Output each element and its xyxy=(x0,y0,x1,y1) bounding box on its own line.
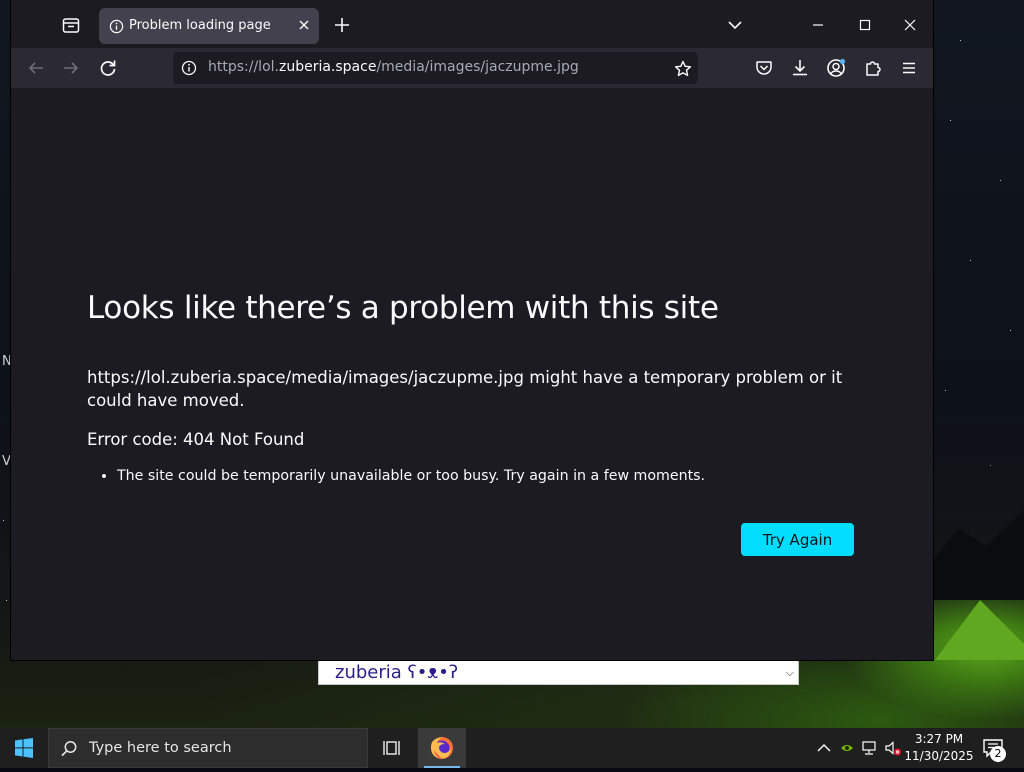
tab-title: Problem loading page xyxy=(129,18,271,33)
search-placeholder: Type here to search xyxy=(89,740,232,756)
url-bar[interactable]: https://lol.zuberia.space/media/images/j… xyxy=(173,52,698,84)
url-prefix: https://lol. xyxy=(208,59,279,75)
star-icon[interactable] xyxy=(673,59,693,79)
forward-arrow-icon[interactable] xyxy=(60,57,82,79)
notification-count-badge: 2 xyxy=(990,746,1006,762)
network-icon[interactable] xyxy=(861,739,879,757)
tab-active[interactable]: Problem loading page xyxy=(99,8,319,44)
suggestion-list: The site could be temporarily unavailabl… xyxy=(87,468,705,484)
system-clock[interactable]: 3:27 PM 11/30/2025 xyxy=(904,731,974,765)
task-view-icon[interactable] xyxy=(368,728,416,768)
minimize-icon[interactable] xyxy=(806,14,830,36)
star xyxy=(3,520,4,521)
glowing-tent xyxy=(935,600,1024,660)
taskbar: Type here to search 3:27 PM 11/30/2025 2 xyxy=(0,728,1024,768)
star xyxy=(960,40,961,41)
title-bar: Problem loading page xyxy=(11,0,933,48)
star xyxy=(990,465,991,466)
star xyxy=(970,260,971,261)
plus-icon[interactable] xyxy=(331,14,353,36)
star xyxy=(950,120,951,121)
puzzle-icon[interactable] xyxy=(862,57,884,79)
nvidia-icon[interactable] xyxy=(838,739,856,757)
url-path: /media/images/jaczupme.jpg xyxy=(376,59,579,75)
try-again-button[interactable]: Try Again xyxy=(741,523,854,556)
chevron-down-icon: ⌵ xyxy=(785,666,794,679)
error-code: Error code: 404 Not Found xyxy=(87,430,305,449)
clock-time: 3:27 PM xyxy=(914,732,964,746)
windows-logo-icon[interactable] xyxy=(0,728,48,768)
desktop-text-fragment: V xyxy=(2,454,11,469)
dropdown-selected-value: zuberia ʕ•ᴥ•ʔ xyxy=(335,662,459,683)
firefox-icon[interactable] xyxy=(418,728,466,768)
error-page: Looks like there’s a problem with this s… xyxy=(11,88,933,660)
search-icon xyxy=(59,739,79,763)
background-dropdown[interactable]: zuberia ʕ•ᴥ•ʔ ⌵ xyxy=(318,659,799,685)
clock-date: 11/30/2025 xyxy=(904,749,974,763)
close-window-icon[interactable] xyxy=(898,14,922,36)
chevron-down-icon[interactable] xyxy=(723,14,747,36)
error-description: https://lol.zuberia.space/media/images/j… xyxy=(87,368,843,410)
star xyxy=(945,390,946,391)
mountain-silhouette xyxy=(930,510,1024,600)
star xyxy=(1000,180,1001,181)
reload-icon[interactable] xyxy=(97,57,119,79)
star xyxy=(6,600,7,601)
close-icon[interactable] xyxy=(295,17,313,35)
chevron-up-icon[interactable] xyxy=(815,739,833,757)
back-arrow-icon[interactable] xyxy=(25,57,47,79)
hamburger-menu-icon[interactable] xyxy=(898,57,920,79)
star xyxy=(1010,330,1011,331)
info-icon xyxy=(109,19,124,38)
browser-window: Problem loading page https://lol.zuberia… xyxy=(11,0,933,660)
pocket-icon[interactable] xyxy=(753,57,775,79)
info-icon[interactable] xyxy=(181,60,197,80)
maximize-icon[interactable] xyxy=(853,14,877,36)
tab-list-icon[interactable] xyxy=(59,13,83,37)
download-icon[interactable] xyxy=(789,57,811,79)
account-icon[interactable] xyxy=(825,57,847,79)
suggestion-item: The site could be temporarily unavailabl… xyxy=(117,468,705,484)
url-domain: zuberia.space xyxy=(278,59,377,75)
navigation-toolbar: https://lol.zuberia.space/media/images/j… xyxy=(11,48,933,88)
url-text: https://lol.zuberia.space/media/images/j… xyxy=(208,59,579,75)
speaker-muted-icon[interactable] xyxy=(884,739,902,757)
taskbar-search[interactable]: Type here to search xyxy=(48,728,368,768)
error-title: Looks like there’s a problem with this s… xyxy=(87,290,719,326)
